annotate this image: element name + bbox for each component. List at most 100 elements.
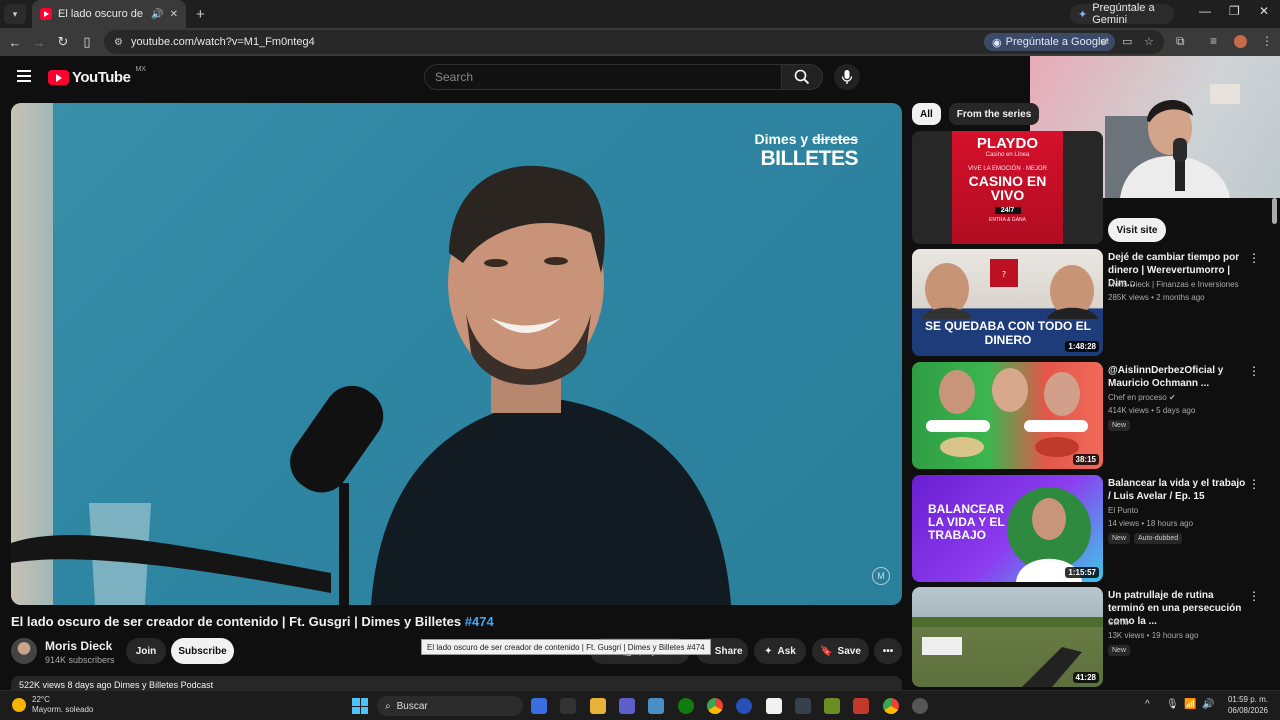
video-thumbnail[interactable]: 41:28 (912, 587, 1103, 687)
bookmark-star-icon[interactable]: ☆ (1144, 35, 1154, 48)
related-video-views: 285K views • 2 months ago (1108, 293, 1205, 302)
microphone-tray-icon[interactable]: 🎙 (1166, 699, 1179, 710)
hamburger-menu-icon[interactable] (17, 70, 31, 82)
video-thumbnail[interactable]: ? SE QUEDABA CON TODO EL DINERO 1:48:28 (912, 249, 1103, 356)
ea-app-icon[interactable] (736, 698, 752, 714)
taskbar-search-label: Buscar (396, 700, 428, 712)
subscribe-button[interactable]: Subscribe (171, 638, 234, 664)
gemini-spark-icon: ✦ (1078, 8, 1088, 21)
epic-games-app-icon[interactable] (560, 698, 576, 714)
more-vertical-icon[interactable]: ⋮ (1248, 364, 1260, 378)
copilot-app-icon[interactable] (531, 698, 547, 714)
wifi-icon[interactable]: 📶 (1184, 699, 1196, 710)
related-video-title[interactable]: Balancear la vida y el trabajo / Luis Av… (1108, 477, 1246, 503)
voicemod-app-icon[interactable] (853, 698, 869, 714)
channel-name[interactable]: Moris Dieck (45, 639, 112, 653)
video-hashtag[interactable]: #474 (465, 614, 494, 629)
translate-icon[interactable]: ⇄ (1100, 35, 1109, 48)
tray-chevron-icon[interactable]: ^ (1145, 699, 1150, 710)
more-actions-button[interactable]: ••• (874, 638, 902, 664)
chip-from-series[interactable]: From the series (948, 103, 1040, 125)
microphone-prop-illustration (290, 385, 384, 605)
site-info-icon[interactable]: ⚙ (114, 37, 123, 48)
svg-text:?: ? (1002, 270, 1006, 279)
teams-app-icon[interactable] (619, 698, 635, 714)
youtube-logo[interactable]: YouTube MX (48, 66, 146, 86)
related-video-item[interactable]: 41:28 Un patrullaje de rutina terminó en… (912, 587, 1272, 687)
ask-google-button[interactable]: ◉ Pregúntale a Google (984, 33, 1115, 51)
chip-all[interactable]: All (912, 103, 941, 125)
maximize-icon[interactable]: ❐ (1229, 4, 1240, 18)
cast-icon[interactable]: ▭ (1122, 35, 1132, 48)
search-button[interactable] (781, 64, 823, 90)
auto-dubbed-badge: Auto-dubbed (1134, 533, 1183, 544)
video-duration: 38:15 (1072, 454, 1099, 465)
video-duration: 41:28 (1072, 672, 1099, 683)
video-thumbnail[interactable]: BALANCEAR LA VIDA Y EL TRABAJO 1:15:57 (912, 475, 1103, 582)
file-explorer-app-icon[interactable] (590, 698, 606, 714)
video-thumbnail[interactable]: 38:15 (912, 362, 1103, 469)
windows-start-icon[interactable] (352, 698, 368, 714)
side-panel-icon[interactable]: ▯ (75, 34, 99, 50)
taskbar-search[interactable]: ⌕ Buscar (377, 696, 523, 716)
chrome-active-app-icon[interactable] (883, 698, 899, 714)
forward-icon[interactable]: → (27, 35, 51, 50)
page-scrollbar[interactable] (1272, 198, 1277, 224)
close-window-icon[interactable]: ✕ (1259, 4, 1269, 18)
video-player[interactable]: Dimes y diretes BILLETES M (11, 103, 902, 605)
reading-list-icon[interactable]: ≡ (1210, 34, 1217, 48)
address-bar[interactable]: ⚙ youtube.com/watch?v=M1_Fm0nteg4 ◉ Preg… (104, 30, 1164, 54)
subscriber-count: 914K subscribers (45, 655, 115, 665)
thumbnail-text: BALANCEAR LA VIDA Y EL TRABAJO (928, 502, 1005, 542)
photos-app-icon[interactable] (648, 698, 664, 714)
extensions-icon[interactable]: ⧉ (1176, 34, 1185, 49)
ask-gemini-button[interactable]: ✦ Pregúntale a Gemini (1070, 2, 1174, 26)
new-tab-button[interactable]: + (196, 6, 205, 23)
more-vertical-icon[interactable]: ⋮ (1248, 251, 1260, 265)
chrome-app-icon[interactable] (707, 698, 723, 714)
taskbar-clock[interactable]: 01:59 p. m. 06/08/2026 (1222, 694, 1268, 716)
brand-line2: BILLETES (760, 147, 858, 170)
xbox-app-icon[interactable] (678, 698, 694, 714)
channel-watermark[interactable]: M (872, 567, 890, 585)
tab-search-icon[interactable]: ▾ (4, 4, 26, 24)
save-button[interactable]: 🔖 Save (812, 638, 869, 664)
related-video-item[interactable]: BALANCEAR LA VIDA Y EL TRABAJO 1:15:57 B… (912, 475, 1272, 583)
search-input[interactable]: Search (424, 64, 782, 90)
volume-icon[interactable]: 🔊 (1202, 699, 1214, 710)
obs-app-icon[interactable] (912, 698, 928, 714)
capcut-app-icon[interactable] (766, 698, 782, 714)
app-icon[interactable] (795, 698, 811, 714)
related-video-channel[interactable]: Sumo (1108, 618, 1129, 627)
more-vertical-icon[interactable]: ⋮ (1248, 477, 1260, 491)
related-filter-chips: All From the series (912, 103, 1040, 125)
more-vertical-icon[interactable]: ⋮ (1248, 589, 1260, 603)
ad-thumbnail[interactable]: PLAYDO Casino en Línea VIVE LA EMOCIÓN ·… (912, 131, 1103, 244)
ask-button[interactable]: ✦ Ask (754, 638, 806, 664)
related-video-title[interactable]: @AislinnDerbezOficial y Mauricio Ochmann… (1108, 364, 1246, 390)
video-duration: 1:48:28 (1065, 341, 1099, 352)
voice-search-button[interactable] (834, 64, 860, 90)
reload-icon[interactable]: ↻ (51, 34, 75, 50)
weather-widget[interactable]: 22°C Mayorm. soleado (12, 695, 93, 715)
related-video-item[interactable]: 38:15 @AislinnDerbezOficial y Mauricio O… (912, 362, 1272, 470)
visit-site-button[interactable]: Visit site (1108, 218, 1166, 242)
channel-avatar[interactable] (11, 638, 37, 664)
close-tab-icon[interactable]: ✕ (170, 9, 178, 20)
speaker-icon[interactable]: 🔊 (151, 9, 163, 20)
video-title-text: El lado oscuro de ser creador de conteni… (11, 614, 462, 629)
back-icon[interactable]: ← (3, 35, 27, 50)
more-horizontal-icon: ••• (882, 645, 894, 657)
minimize-icon[interactable]: — (1199, 4, 1211, 18)
minecraft-app-icon[interactable] (824, 698, 840, 714)
related-video-channel[interactable]: El Punto (1108, 506, 1138, 515)
profile-avatar[interactable] (1234, 35, 1247, 48)
browser-menu-icon[interactable]: ⋮ (1261, 34, 1273, 48)
browser-tab[interactable]: El lado oscuro de ser creador de conteni… (32, 0, 186, 28)
related-video-item[interactable]: ? SE QUEDABA CON TODO EL DINERO 1:48:28 … (912, 249, 1272, 357)
join-button[interactable]: Join (126, 638, 166, 664)
related-video-channel[interactable]: Chef en proceso ✔ (1108, 393, 1176, 402)
url-text: youtube.com/watch?v=M1_Fm0nteg4 (130, 36, 315, 48)
related-video-channel[interactable]: Moris Dieck | Finanzas e Inversiones (1108, 280, 1239, 289)
youtube-wordmark: YouTube (72, 69, 131, 86)
